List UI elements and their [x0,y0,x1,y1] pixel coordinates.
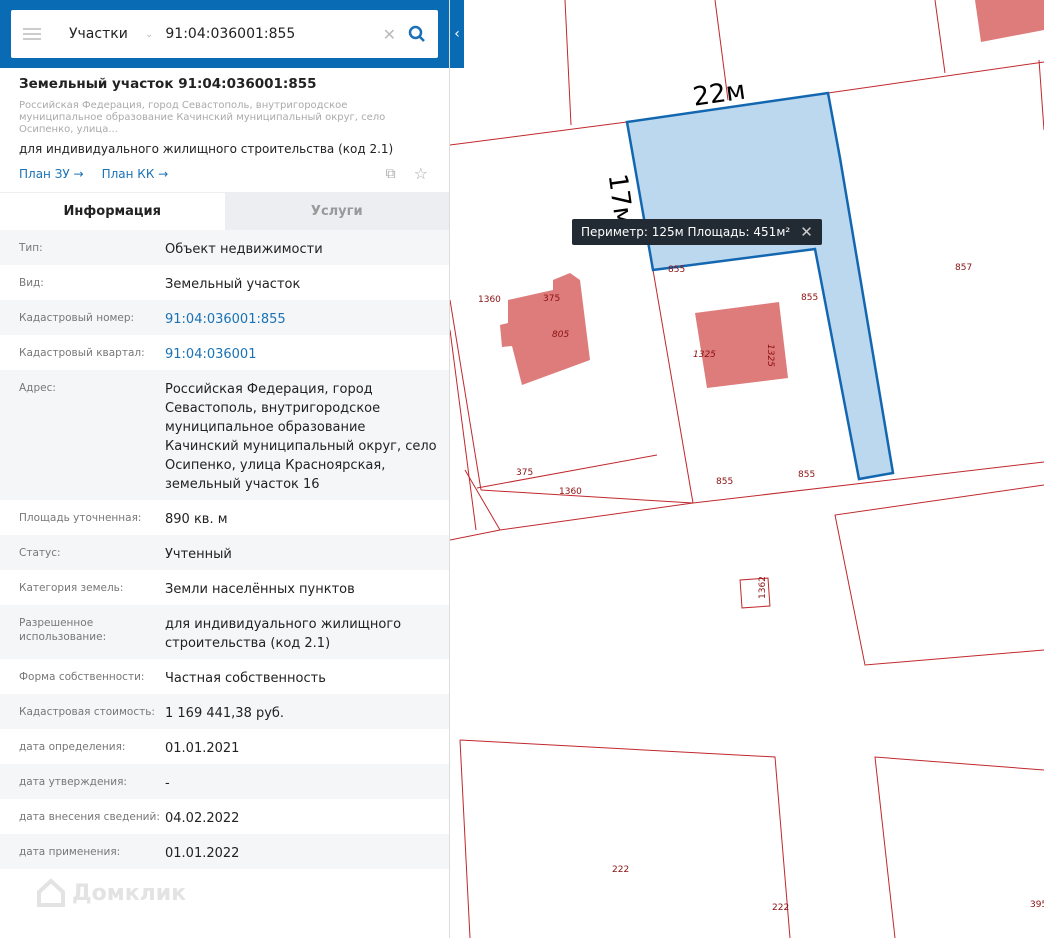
row-value: 04.02.2022 [165,811,240,826]
object-title: Земельный участок 91:04:036001:855 [19,76,317,92]
chevron-down-icon[interactable]: ⌄ [145,29,153,40]
map-label: 222 [772,903,789,913]
logo-text: Домклик [72,880,187,906]
table-row: Площадь уточненная: 890 кв. м [0,500,449,535]
map-label: 855 [801,293,818,303]
table-row: дата определения: 01.01.2021 [0,729,449,764]
object-address: Российская Федерация, город Севастополь,… [19,100,386,135]
row-label: Адрес: [19,382,56,394]
map-label: 375 [543,294,560,304]
search-icon[interactable] [408,25,426,43]
row-value: Объект недвижимости [165,242,323,257]
table-row: Статус: Учтенный [0,535,449,570]
row-label: Кадастровый квартал: [19,347,145,359]
map-label: 1325 [765,344,775,367]
row-value: Земли населённых пунктов [165,582,355,597]
table-row: Адрес: Российская Федерация, город Севаст… [0,370,449,500]
table-row: Вид: Земельный участок [0,265,449,300]
row-value: - [165,776,170,791]
search-input[interactable]: 91:04:036001:855 [165,26,382,42]
table-row: дата внесения сведений: 04.02.2022 [0,799,449,834]
house-logo-icon [37,878,65,907]
map-label: 805 [552,330,569,340]
domclick-logo: Домклик [36,878,186,908]
row-label: дата утверждения: [19,776,127,788]
row-label: Разрешенное использование: [19,617,107,643]
row-value: 01.01.2022 [165,846,240,861]
table-row: Разрешенное использование: для индивидуал… [0,605,449,659]
close-icon[interactable]: ✕ [800,223,813,241]
row-value: Частная собственность [165,671,326,686]
table-row: Кадастровая стоимость: 1 169 441,38 руб. [0,694,449,729]
selected-parcel[interactable] [625,91,895,481]
table-row: дата утверждения: - [0,764,449,799]
row-label: Вид: [19,277,44,289]
chevron-left-icon: ‹ [454,26,460,42]
map-label: 1362 [758,576,768,599]
row-label: Категория земель: [19,582,124,594]
row-label: Тип: [19,242,43,254]
row-value: Учтенный [165,547,232,562]
table-row: Кадастровый квартал: 91:04:036001 [0,335,449,370]
row-value: для индивидуального жилищного строительс… [165,617,402,651]
row-value: Земельный участок [165,277,301,292]
row-label: Форма собственности: [19,671,145,683]
map-label: 1325 [693,350,716,360]
map-label: 855 [798,470,815,480]
row-label: Кадастровая стоимость: [19,706,155,718]
map-label: 1360 [478,295,501,305]
row-label: дата определения: [19,741,126,753]
map-label: 375 [516,468,533,478]
row-value[interactable]: 91:04:036001 [165,345,440,370]
attributes-table: Тип: Объект недвижимости Вид: Земельный уча… [0,230,449,869]
measure-tooltip-text: Периметр: 125м Площадь: 451м² [581,225,791,239]
clear-icon[interactable]: ✕ [383,25,396,44]
plan-zu-link[interactable]: План ЗУ → [19,167,84,181]
row-value: Российская Федерация, город Севастополь,… [165,382,437,492]
zoom-to-object-icon[interactable]: ⧉ [386,166,396,182]
row-value: 01.01.2021 [165,741,240,756]
row-value: 890 кв. м [165,512,228,527]
row-value: 1 169 441,38 руб. [165,706,285,721]
row-label: Статус: [19,547,61,559]
row-label: дата внесения сведений: [19,811,160,823]
tab-information[interactable]: Информация [0,193,225,230]
object-purpose: для индивидуального жилищного строительс… [19,142,394,156]
measure-tooltip: Периметр: 125м Площадь: 451м² ✕ [572,219,822,245]
row-value[interactable]: 91:04:036001:855 [165,310,440,335]
search-bar: Участки ⌄ 91:04:036001:855 ✕ [11,10,438,58]
plan-kk-link[interactable]: План КК → [102,167,169,181]
map-label: 855 [716,477,733,487]
row-label: дата применения: [19,846,121,858]
star-icon[interactable]: ☆ [414,164,428,183]
table-row: Форма собственности: Частная собственност… [0,659,449,694]
map-label: 395 [1030,900,1044,910]
map-label: 1360 [559,487,582,497]
menu-icon[interactable] [23,28,41,40]
table-row: Категория земель: Земли населённых пункто… [0,570,449,605]
table-row: Тип: Объект недвижимости [0,230,449,265]
tab-services[interactable]: Услуги [224,193,449,230]
info-panel: Участки ⌄ 91:04:036001:855 ✕ Земельный у… [0,0,450,938]
map-label: 855 [668,265,685,275]
table-row: дата применения: 01.01.2022 [0,834,449,869]
collapse-panel-button[interactable]: ‹ [450,0,464,68]
map-label: 222 [612,865,629,875]
row-label: Площадь уточненная: [19,512,142,524]
map-label: 857 [955,263,972,273]
row-label: Кадастровый номер: [19,312,135,324]
table-row: Кадастровый номер: 91:04:036001:855 [0,300,449,335]
category-select[interactable]: Участки [69,26,139,42]
cadastral-map[interactable]: 22м 17м 855 855 857 1360 375 805 1325 13… [450,0,1044,938]
